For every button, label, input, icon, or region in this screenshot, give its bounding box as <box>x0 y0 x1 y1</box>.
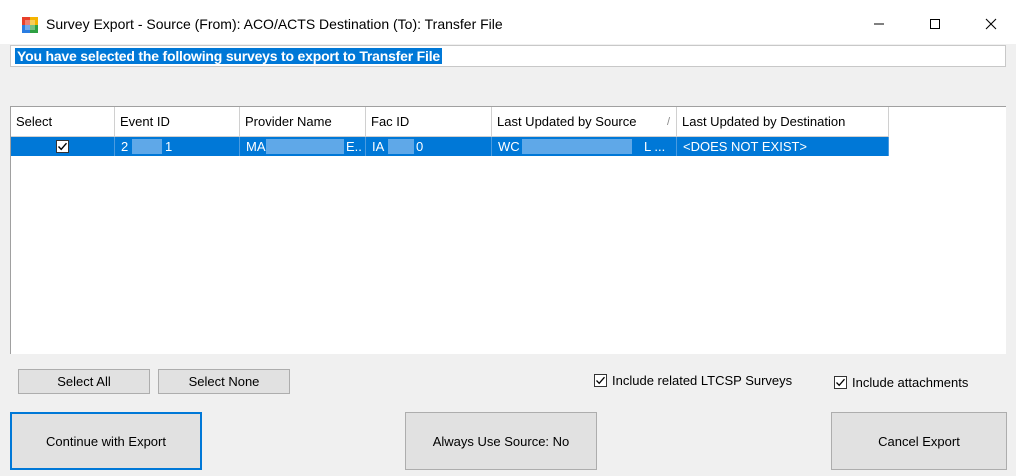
column-header-provider-name[interactable]: Provider Name <box>240 107 366 137</box>
fac-id-cell: IA 0 <box>366 137 492 156</box>
title-bar[interactable]: Survey Export - Source (From): ACO/ACTS … <box>0 4 1016 44</box>
last-updated-source-suffix: L ... <box>644 139 666 154</box>
close-icon <box>985 18 997 30</box>
event-id-suffix: 1 <box>165 139 173 154</box>
column-header-event-id[interactable]: Event ID <box>115 107 240 137</box>
fac-id-suffix: 0 <box>416 139 424 154</box>
provider-name-prefix: MA <box>246 139 266 154</box>
select-all-button[interactable]: Select All <box>18 369 150 394</box>
redaction-block <box>522 139 632 154</box>
provider-name-suffix: E.. <box>346 139 362 154</box>
fac-id-prefix: IA <box>372 139 385 154</box>
select-checkbox-cell[interactable] <box>11 137 115 156</box>
select-none-button[interactable]: Select None <box>158 369 290 394</box>
sort-indicator-icon: / <box>666 116 670 128</box>
column-header-fac-id[interactable]: Fac ID <box>366 107 492 137</box>
survey-grid[interactable]: Select Event ID Provider Name Fac ID Las… <box>10 106 1006 354</box>
event-id-cell: 2 1 <box>115 137 240 156</box>
redaction-block <box>132 139 162 154</box>
maximize-icon <box>930 19 940 29</box>
heading-textbox[interactable]: You have selected the following surveys … <box>10 45 1006 67</box>
window-title: Survey Export - Source (From): ACO/ACTS … <box>46 16 503 32</box>
table-row[interactable]: 2 1 MA E.. IA 0 WC L ... <DOES NOT EXIST… <box>11 137 889 156</box>
redaction-block <box>266 139 344 154</box>
column-header-last-updated-destination[interactable]: Last Updated by Destination <box>677 107 889 137</box>
include-ltcsp-checkbox[interactable] <box>594 374 607 387</box>
column-header-last-updated-source-label: Last Updated by Source <box>497 114 637 129</box>
checkmark-icon <box>57 142 68 151</box>
continue-export-button[interactable]: Continue with Export <box>10 412 202 470</box>
app-icon <box>22 17 38 33</box>
include-attachments-checkbox[interactable] <box>834 376 847 389</box>
minimize-icon <box>874 23 884 25</box>
minimize-button[interactable] <box>856 4 902 44</box>
checkmark-icon <box>836 378 845 387</box>
maximize-button[interactable] <box>912 4 958 44</box>
include-ltcsp-label: Include related LTCSP Surveys <box>612 373 793 388</box>
cancel-export-button[interactable]: Cancel Export <box>831 412 1007 470</box>
column-header-last-updated-source[interactable]: Last Updated by Source / <box>492 107 677 137</box>
column-header-select[interactable]: Select <box>11 107 115 137</box>
include-attachments-option[interactable]: Include attachments <box>834 375 968 390</box>
redaction-block <box>388 139 414 154</box>
include-attachments-label: Include attachments <box>852 375 969 390</box>
heading-text: You have selected the following surveys … <box>15 48 442 64</box>
row-select-checkbox[interactable] <box>56 140 69 153</box>
include-ltcsp-option[interactable]: Include related LTCSP Surveys <box>594 373 792 388</box>
last-updated-source-cell: WC L ... <box>492 137 677 156</box>
checkmark-icon <box>596 376 605 385</box>
always-use-source-button[interactable]: Always Use Source: No <box>405 412 597 470</box>
event-id-prefix: 2 <box>121 139 129 154</box>
close-button[interactable] <box>968 4 1014 44</box>
last-updated-destination-cell: <DOES NOT EXIST> <box>677 137 889 156</box>
provider-name-cell: MA E.. <box>240 137 366 156</box>
last-updated-source-prefix: WC <box>498 139 520 154</box>
survey-export-window: Survey Export - Source (From): ACO/ACTS … <box>0 0 1016 476</box>
